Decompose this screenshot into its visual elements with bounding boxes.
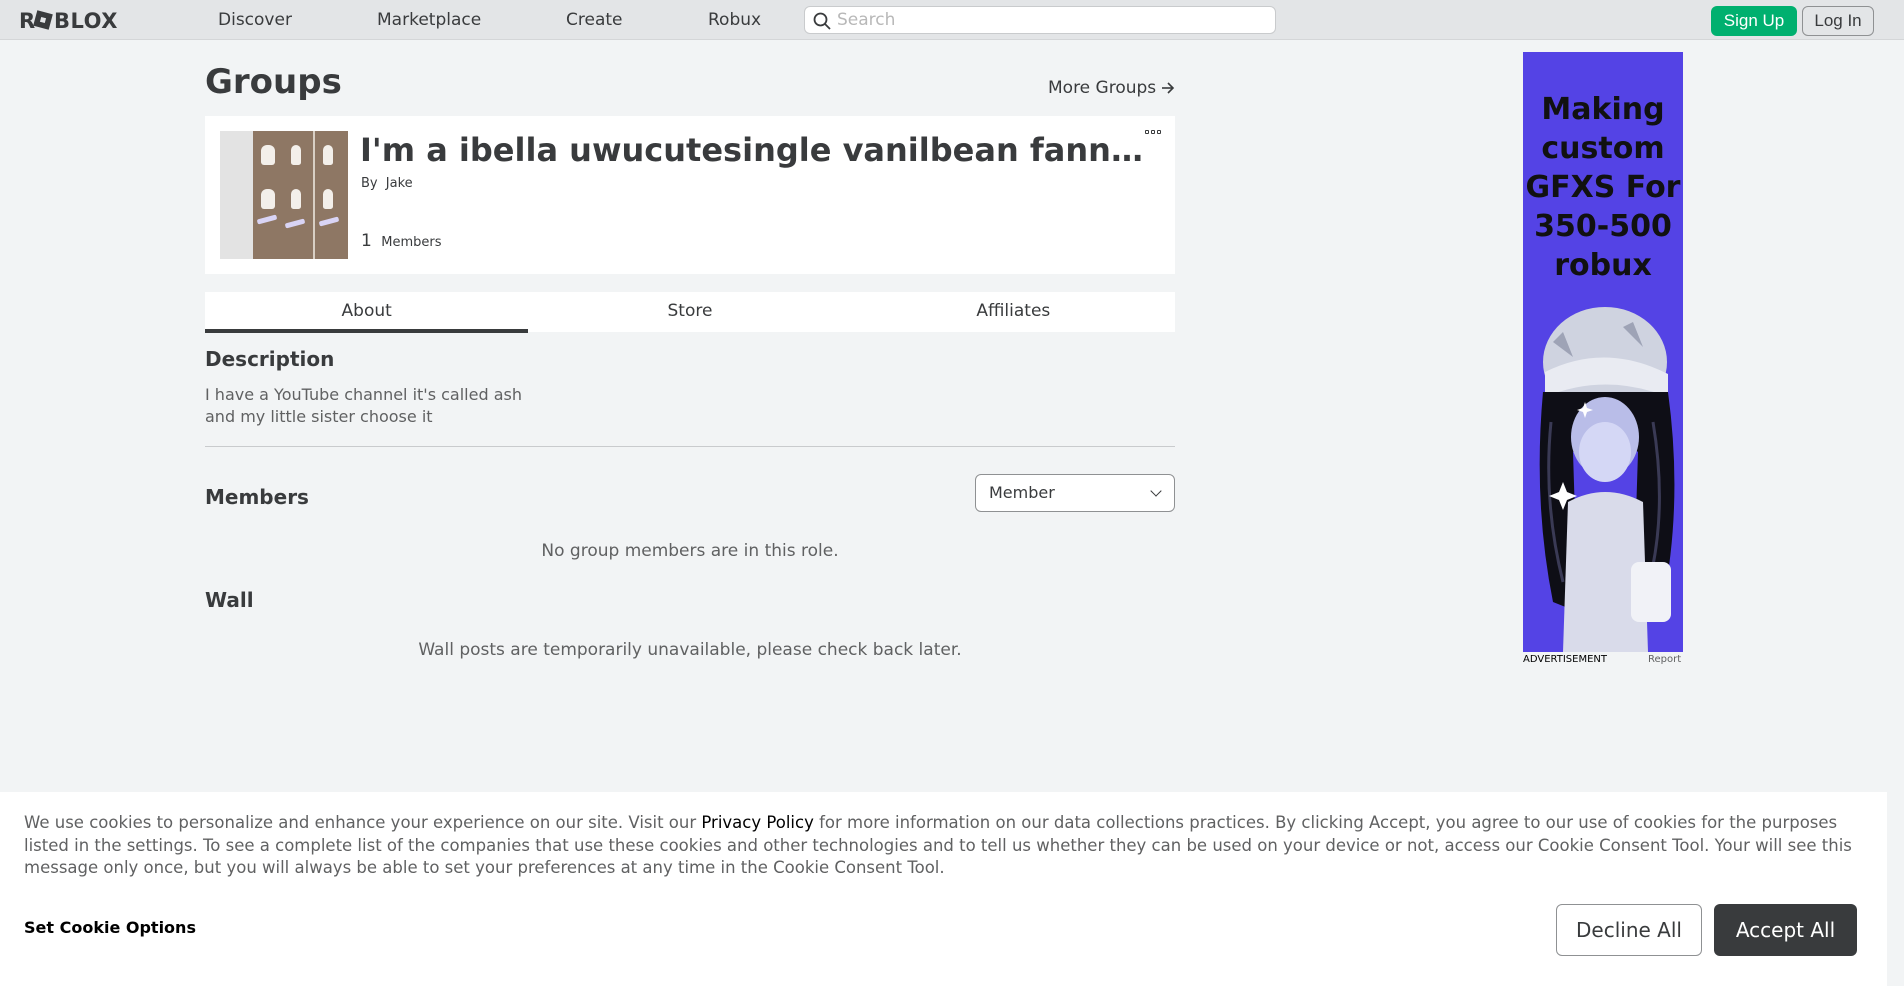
group-name: I'm a ibella uwucutesingle vanilbean fan…	[360, 131, 1160, 169]
group-owner-line: By Jake	[361, 176, 413, 191]
group-emblem-image	[220, 131, 348, 259]
set-cookie-options-link[interactable]: Set Cookie Options	[24, 918, 196, 937]
group-by-label: By	[361, 176, 378, 191]
tab-store[interactable]: Store	[528, 292, 851, 332]
group-owner-link[interactable]: Jake	[386, 176, 413, 191]
nav-robux[interactable]: Robux	[708, 10, 761, 30]
page-scrollbar[interactable]	[1887, 40, 1904, 986]
sign-up-button[interactable]: Sign Up	[1711, 6, 1797, 36]
advertisement-label: ADVERTISEMENT	[1523, 654, 1608, 665]
ad-character-image	[1539, 307, 1675, 652]
log-in-button[interactable]: Log In	[1802, 6, 1874, 36]
nav-marketplace[interactable]: Marketplace	[377, 10, 481, 30]
roblox-logo-icon: R BLOX	[19, 9, 118, 31]
advertisement-banner[interactable]: Making custom GFXS For 350-500 robux	[1523, 52, 1683, 652]
member-count-value: 1	[361, 231, 372, 251]
search-icon	[813, 12, 831, 30]
chevron-down-icon	[1150, 485, 1162, 497]
nav-create[interactable]: Create	[566, 10, 623, 30]
role-dropdown[interactable]: Member	[975, 474, 1175, 512]
arrow-right-icon	[1162, 82, 1175, 94]
cookie-consent-banner: We use cookies to personalize and enhanc…	[0, 792, 1887, 986]
group-member-count: 1 Members	[361, 231, 441, 251]
ad-headline: Making custom GFXS For 350-500 robux	[1525, 92, 1681, 283]
members-heading: Members	[205, 485, 309, 509]
wall-heading: Wall	[205, 588, 254, 612]
role-dropdown-value: Member	[989, 483, 1055, 502]
decline-all-button[interactable]: Decline All	[1556, 904, 1702, 956]
privacy-policy-link[interactable]: Privacy Policy	[701, 813, 813, 832]
search-input[interactable]	[837, 9, 1267, 31]
tab-affiliates[interactable]: Affiliates	[852, 292, 1175, 332]
page-title: Groups	[205, 62, 342, 102]
more-groups-link[interactable]: More Groups	[1048, 78, 1175, 98]
group-header-card: I'm a ibella uwucutesingle vanilbean fan…	[205, 116, 1175, 274]
member-count-label: Members	[381, 235, 442, 250]
cookie-text-intro: We use cookies to personalize and enhanc…	[24, 813, 702, 832]
report-ad-link[interactable]: Report	[1648, 654, 1681, 665]
wall-unavailable-message: Wall posts are temporarily unavailable, …	[418, 640, 962, 660]
group-tabs: About Store Affiliates	[205, 292, 1175, 333]
roblox-logo[interactable]: R BLOX	[19, 7, 137, 33]
more-groups-label: More Groups	[1048, 78, 1157, 98]
top-navigation-bar: R BLOX Discover Marketplace Create Robux…	[0, 0, 1904, 40]
more-options-icon[interactable]	[1145, 130, 1163, 136]
cookie-consent-text: We use cookies to personalize and enhanc…	[24, 812, 1864, 880]
accept-all-button[interactable]: Accept All	[1714, 904, 1857, 956]
svg-text:R: R	[19, 9, 36, 31]
members-empty-message: No group members are in this role.	[541, 541, 839, 561]
nav-discover[interactable]: Discover	[218, 10, 292, 30]
group-description-text: I have a YouTube channel it's called ash…	[205, 385, 522, 426]
search-box[interactable]	[804, 6, 1276, 34]
tab-about[interactable]: About	[205, 292, 529, 333]
svg-text:BLOX: BLOX	[54, 9, 118, 31]
group-emblem-artwork	[253, 131, 348, 259]
description-heading: Description	[205, 347, 335, 371]
section-divider	[205, 446, 1175, 447]
